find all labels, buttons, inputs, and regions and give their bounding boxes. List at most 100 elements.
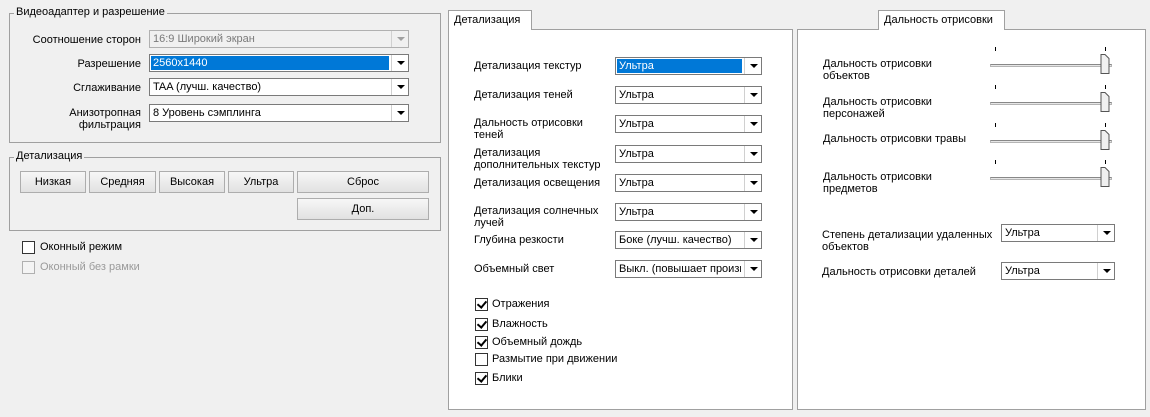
draw-distance-slider-label: Дальность отрисовки персонажей [823, 96, 932, 120]
detail-distance-value: Ультра [1005, 265, 1040, 277]
far-detail-label: Степень детализации удаленных объектов [822, 229, 993, 253]
resolution-select[interactable]: 2560x1440 [149, 54, 409, 72]
detail-row-select[interactable]: Боке (лучш. качество) [615, 231, 762, 249]
reset-button[interactable]: Сброс [297, 171, 429, 193]
draw-distance-slider-track[interactable] [990, 102, 1112, 105]
detail-preset-group-title: Детализация [14, 150, 85, 162]
detail-row-label: Детализация освещения [474, 177, 601, 189]
detail-row-label: Дальность отрисовки теней [474, 117, 583, 141]
detail-distance-select[interactable]: Ультра [1001, 262, 1115, 280]
borderless-window-label: Оконный без рамки [40, 261, 140, 273]
anti-aliasing-value: TAA (лучш. качество) [153, 81, 262, 93]
chevron-down-icon [744, 58, 761, 74]
detail-row-select[interactable]: Ультра [615, 57, 762, 75]
slider-tick-max [1105, 123, 1106, 127]
draw-distance-slider-thumb[interactable] [1100, 130, 1110, 150]
chevron-down-icon [744, 232, 761, 248]
aspect-ratio-label: Соотношение сторон [32, 34, 141, 46]
detail-row-value: Ультра [619, 148, 654, 160]
slider-tick-max [1105, 160, 1106, 164]
detail-row-value: Ультра [619, 206, 654, 218]
far-detail-value: Ультра [1005, 227, 1040, 239]
draw-distance-slider-track[interactable] [990, 177, 1112, 180]
chevron-down-icon [744, 175, 761, 191]
slider-tick-min [995, 85, 996, 89]
windowed-mode-checkbox[interactable] [22, 241, 35, 254]
detail-row-select[interactable]: Ультра [615, 174, 762, 192]
detail-row-value: Ультра [619, 177, 654, 189]
slider-tick-max [1105, 85, 1106, 89]
detail-option-label: Блики [492, 372, 523, 384]
detail-distance-label: Дальность отрисовки деталей [822, 266, 976, 278]
video-adapter-group-title: Видеоадаптер и разрешение [14, 6, 167, 18]
anisotropic-filter-select[interactable]: 8 Уровень сэмплинга [149, 104, 409, 122]
detail-row-label: Детализация дополнительных текстур [474, 147, 601, 171]
chevron-down-icon [744, 146, 761, 162]
anti-aliasing-label: Сглаживание [73, 82, 141, 94]
detail-option-checkbox[interactable] [475, 318, 488, 331]
preset-high-button[interactable]: Высокая [159, 171, 225, 193]
detail-option-label: Размытие при движении [492, 353, 618, 365]
preset-medium-button[interactable]: Средняя [89, 171, 156, 193]
draw-distance-slider-thumb[interactable] [1100, 54, 1110, 74]
detail-row-select[interactable]: Ультра [615, 115, 762, 133]
preset-low-button[interactable]: Низкая [20, 171, 86, 193]
slider-tick-min [995, 47, 996, 51]
slider-tick-max [1105, 47, 1106, 51]
detail-option-checkbox[interactable] [475, 336, 488, 349]
chevron-down-icon [744, 204, 761, 220]
chevron-down-icon [1097, 263, 1114, 279]
chevron-down-icon [1097, 225, 1114, 241]
anti-aliasing-select[interactable]: TAA (лучш. качество) [149, 78, 409, 96]
draw-distance-slider-track[interactable] [990, 140, 1112, 143]
borderless-window-checkbox[interactable] [22, 261, 35, 274]
chevron-down-icon [391, 31, 408, 47]
draw-distance-slider-label: Дальность отрисовки предметов [823, 171, 932, 195]
anisotropic-filter-label: Анизотропная фильтрация [69, 107, 141, 131]
slider-tick-min [995, 160, 996, 164]
tab-draw-distance[interactable]: Дальность отрисовки [878, 10, 1005, 30]
detail-option-label: Объемный дождь [492, 336, 583, 348]
chevron-down-icon [744, 261, 761, 277]
far-detail-select[interactable]: Ультра [1001, 224, 1115, 242]
detail-row-select[interactable]: Ультра [615, 86, 762, 104]
tab-detail[interactable]: Детализация [448, 10, 532, 30]
preset-ultra-button[interactable]: Ультра [228, 171, 294, 193]
detail-row-select[interactable]: Ультра [615, 145, 762, 163]
draw-distance-tab-panel [797, 29, 1146, 410]
aspect-ratio-select[interactable]: 16:9 Широкий экран [149, 30, 409, 48]
detail-row-value: Боке (лучш. качество) [619, 234, 732, 246]
detail-row-value: Выкл. (повышает произв [619, 263, 741, 275]
anisotropic-filter-value: 8 Уровень сэмплинга [153, 107, 261, 119]
detail-row-label: Детализация солнечных лучей [474, 205, 599, 229]
chevron-down-icon [744, 87, 761, 103]
detail-row-label: Объемный свет [474, 263, 555, 275]
extra-settings-button[interactable]: Доп. [297, 198, 429, 220]
draw-distance-slider-thumb[interactable] [1100, 92, 1110, 112]
detail-option-checkbox[interactable] [475, 298, 488, 311]
draw-distance-slider-track[interactable] [990, 64, 1112, 67]
chevron-down-icon [744, 116, 761, 132]
detail-row-value: Ультра [617, 59, 742, 73]
detail-row-label: Детализация текстур [474, 60, 582, 72]
chevron-down-icon [391, 79, 408, 95]
resolution-label: Разрешение [77, 58, 141, 70]
windowed-mode-label: Оконный режим [40, 241, 123, 253]
draw-distance-slider-label: Дальность отрисовки объектов [823, 58, 932, 82]
detail-option-label: Влажность [492, 318, 548, 330]
resolution-value: 2560x1440 [151, 56, 389, 70]
draw-distance-slider-label: Дальность отрисовки травы [823, 133, 967, 145]
aspect-ratio-value: 16:9 Широкий экран [153, 33, 255, 45]
draw-distance-slider-thumb[interactable] [1100, 167, 1110, 187]
detail-row-select[interactable]: Ультра [615, 203, 762, 221]
chevron-down-icon [391, 55, 408, 71]
detail-row-label: Глубина резкости [474, 234, 564, 246]
chevron-down-icon [391, 105, 408, 121]
detail-option-checkbox[interactable] [475, 353, 488, 366]
detail-row-value: Ультра [619, 118, 654, 130]
slider-tick-min [995, 123, 996, 127]
detail-row-select[interactable]: Выкл. (повышает произв [615, 260, 762, 278]
detail-row-value: Ультра [619, 89, 654, 101]
detail-option-label: Отражения [492, 298, 550, 310]
detail-option-checkbox[interactable] [475, 372, 488, 385]
